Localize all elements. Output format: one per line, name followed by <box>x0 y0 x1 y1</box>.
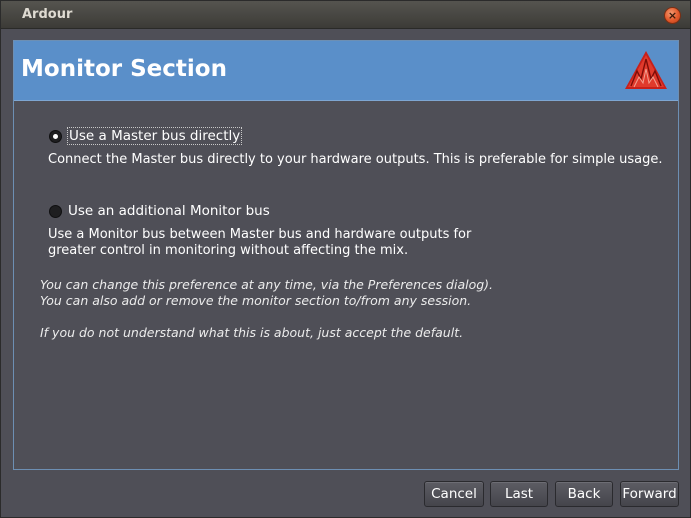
last-button[interactable]: Last <box>490 481 548 507</box>
title-bar[interactable]: Ardour × <box>1 1 690 29</box>
cancel-button[interactable]: Cancel <box>424 481 484 507</box>
monitor-bus-description-line-1: Use a Monitor bus between Master bus and… <box>48 227 472 242</box>
back-button[interactable]: Back <box>555 481 613 507</box>
note-default: If you do not understand what this is ab… <box>40 325 464 340</box>
page-header: Monitor Section <box>14 41 678 101</box>
monitor-bus-label[interactable]: Use an additional Monitor bus <box>68 203 270 219</box>
option-monitor-bus[interactable]: Use an additional Monitor bus <box>49 201 270 221</box>
window-title: Ardour <box>22 7 73 22</box>
master-bus-radio[interactable] <box>49 129 62 143</box>
option-master-bus[interactable]: Use a Master bus directly <box>49 126 243 146</box>
content-panel: Monitor Section Use a Master bus directl… <box>13 40 679 470</box>
master-bus-description: Connect the Master bus directly to your … <box>48 152 663 167</box>
wizard-window: Ardour × Monitor Section Use a Master bu… <box>0 0 691 518</box>
ardour-logo-icon <box>625 51 667 89</box>
page-title: Monitor Section <box>21 56 227 82</box>
monitor-bus-description-line-2: greater control in monitoring without af… <box>48 243 409 258</box>
note-preferences: You can change this preference at any ti… <box>40 277 494 292</box>
master-bus-label[interactable]: Use a Master bus directly <box>66 127 243 145</box>
note-session: You can also add or remove the monitor s… <box>40 293 472 308</box>
forward-button[interactable]: Forward <box>620 481 679 507</box>
close-icon[interactable]: × <box>664 7 681 24</box>
monitor-bus-radio[interactable] <box>49 204 62 218</box>
